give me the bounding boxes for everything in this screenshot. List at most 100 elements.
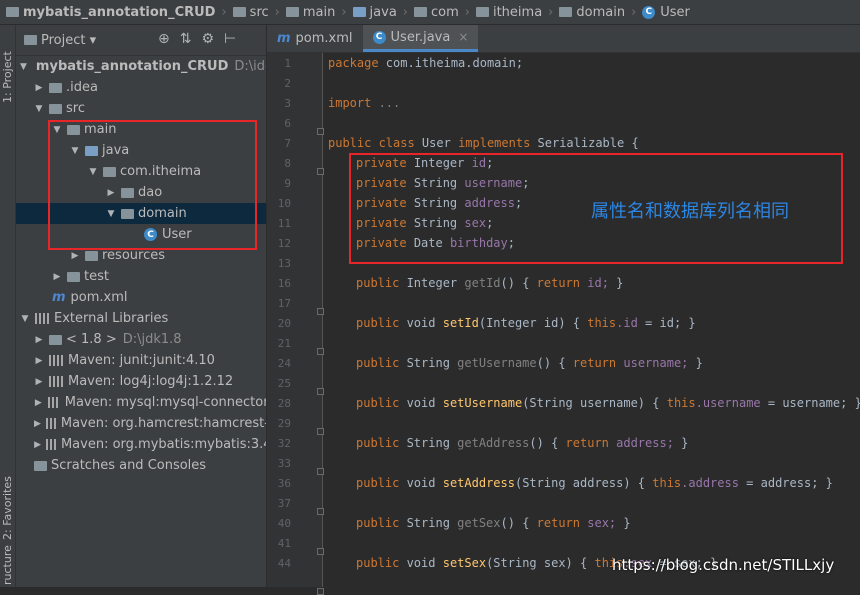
tree-item-maven-lib[interactable]: ▶ Maven: log4j:log4j:1.2.12 [16,371,266,392]
line-number: 29 [277,417,291,430]
collapse-all-icon[interactable]: ⇅ [180,31,192,47]
breadcrumb-java[interactable]: java [349,5,401,20]
tree-item-project[interactable]: ▼mybatis_annotation_CRUDD:\idea_ [16,56,266,77]
code-line-import[interactable]: import ... [328,96,400,110]
tree-item-external-libraries[interactable]: ▼ External Libraries [16,308,266,329]
chevron-right-icon[interactable]: ▶ [52,272,62,282]
tree-item-test[interactable]: ▶ test [16,266,266,287]
chevron-right-icon[interactable]: ▶ [34,377,44,387]
tree-item-java[interactable]: ▼ java [16,140,266,161]
return-type: void [399,316,443,330]
code-line-field[interactable]: private String username; [356,176,529,190]
code-line-method[interactable]: public void setId(Integer id) { this.id … [356,316,696,330]
structure-tool-button[interactable]: ructure [0,540,15,585]
tree-item-user[interactable]: C User [16,224,266,245]
tree-item-maven-lib[interactable]: ▶ Maven: org.mybatis:mybatis:3.4.5 [16,434,266,455]
chevron-down-icon[interactable]: ▼ [20,314,30,324]
tree-item-package[interactable]: ▼ com.itheima [16,161,266,182]
favorites-tool-button[interactable]: 2: Favorites [0,450,15,540]
code-line-method[interactable]: public void setAddress(String address) {… [356,476,833,490]
chevron-down-icon[interactable]: ▼ [34,104,44,114]
fold-icon[interactable] [317,468,324,475]
maven-m-icon: m [52,290,66,305]
maven-m-icon: m [277,31,291,46]
chevron-down-icon[interactable]: ▼ [20,62,27,72]
chevron-right-icon[interactable]: ▶ [106,188,116,198]
tree-item-pom[interactable]: m pom.xml [16,287,266,308]
field-name: id [471,156,487,170]
field-type: String [413,196,458,210]
chevron-down-icon[interactable]: ▼ [106,209,116,219]
chevron-right-icon[interactable]: ▶ [34,83,44,93]
tree-item-resources[interactable]: ▶ resources [16,245,266,266]
tab-user-java[interactable]: C User.java × [362,25,479,52]
breadcrumb-separator: › [274,4,280,20]
tree-item-maven-lib[interactable]: ▶ Maven: org.hamcrest:hamcrest-co [16,413,266,434]
breadcrumb-project[interactable]: mybatis_annotation_CRUD [0,5,219,20]
code-line-field[interactable]: private String sex; [356,216,493,230]
chevron-right-icon[interactable]: ▶ [70,251,80,261]
breadcrumb-separator: › [464,4,470,20]
breadcrumb-src[interactable]: src [229,5,273,20]
tree-item-scratches[interactable]: Scratches and Consoles [16,455,266,476]
fold-icon[interactable] [317,548,324,555]
tab-pom-xml[interactable]: m pom.xml [267,25,363,52]
fold-icon[interactable] [317,348,324,355]
code-line-method[interactable]: public Integer getId() { return id; } [356,276,623,290]
code-line-method[interactable]: public String getSex() { return sex; } [356,516,631,530]
fold-icon[interactable] [317,428,324,435]
tree-item-main[interactable]: ▼ main [16,119,266,140]
tree-item-maven-lib[interactable]: ▶ Maven: junit:junit:4.10 [16,350,266,371]
locate-icon[interactable]: ⊕ [158,31,170,47]
code-line-method[interactable]: public void setUsername(String username)… [356,396,860,410]
chevron-down-icon[interactable]: ▼ [70,146,80,156]
code-line-method[interactable]: public String getUsername() { return use… [356,356,703,370]
code-line-field[interactable]: private Date birthday; [356,236,515,250]
library-icon [47,397,60,408]
close-icon[interactable]: × [458,30,468,44]
chevron-right-icon[interactable]: ▶ [34,419,41,429]
tree-item-idea[interactable]: ▶ .idea [16,77,266,98]
field-name: sex [464,216,487,230]
fold-icon[interactable] [317,388,324,395]
chevron-down-icon[interactable]: ▼ [52,125,62,135]
code-line-field[interactable]: private String address; [356,196,522,210]
project-panel: Project ▾ ⊕ ⇅ ⚙ ⊢ ▼ mybatis_annotation_CR… [16,25,266,587]
chevron-right-icon[interactable]: ▶ [34,356,44,366]
tree-item-src[interactable]: ▼ src [16,98,266,119]
tree-item-maven-lib[interactable]: ▶ Maven: mysql:mysql-connector-ja [16,392,266,413]
code-line-method[interactable]: public String getAddress() { return addr… [356,436,688,450]
tree-item-jdk[interactable]: ▶ < 1.8 > D:\jdk1.8 [16,329,266,350]
method-body: id; [580,276,609,290]
breadcrumb-itheima[interactable]: itheima [472,5,546,20]
fold-icon[interactable] [317,128,324,135]
tree-item-domain[interactable]: ▼ domain [16,203,266,224]
folder-icon [49,103,62,114]
fold-icon[interactable] [317,588,324,595]
code-line-field[interactable]: private Integer id; [356,156,493,170]
breadcrumb-com[interactable]: com [410,5,463,20]
chevron-down-icon[interactable]: ▼ [88,167,98,177]
fold-icon[interactable] [317,308,324,315]
project-tool-button[interactable]: 1: Project [0,33,15,103]
breadcrumb-main[interactable]: main [282,5,339,20]
line-number: 25 [277,377,291,390]
annotation-text: 属性名和数据库列名相同 [591,201,789,222]
library-icon [49,376,63,387]
breadcrumb-user[interactable]: C User [638,5,694,20]
gear-icon[interactable]: ⚙ [201,31,214,47]
chevron-right-icon[interactable]: ▶ [34,440,41,450]
folder-icon [6,7,19,17]
method-body-keyword: return [536,516,581,530]
hide-icon[interactable]: ⊢ [224,31,236,47]
code-line-class[interactable]: public class User implements Serializabl… [328,136,639,150]
fold-icon[interactable] [317,168,324,175]
fold-icon[interactable] [317,508,324,515]
breadcrumb-domain[interactable]: domain [555,5,629,20]
project-view-selector[interactable]: Project ▾ [24,33,96,48]
library-icon [46,439,56,450]
code-line-package[interactable]: package com.itheima.domain; [328,56,523,70]
chevron-right-icon[interactable]: ▶ [34,335,44,345]
tree-item-dao[interactable]: ▶ dao [16,182,266,203]
chevron-right-icon[interactable]: ▶ [34,398,43,408]
